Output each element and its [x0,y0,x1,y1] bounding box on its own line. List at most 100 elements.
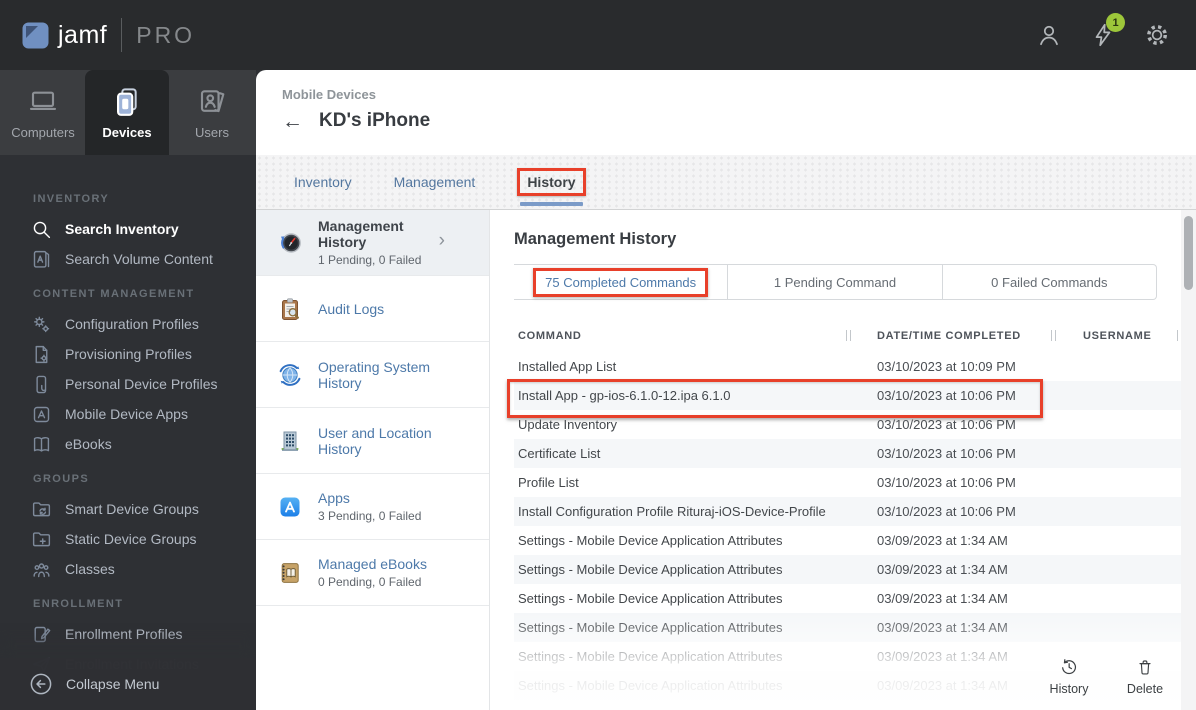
delete-button[interactable]: Delete [1116,657,1174,696]
subnav-item[interactable]: User and Location History › [256,408,489,474]
table-row[interactable]: Settings - Mobile Device Application Att… [514,613,1184,642]
date-cell: 03/09/2023 at 1:34 AM [877,591,1008,606]
history-button[interactable]: History [1040,657,1098,696]
date-cell: 03/09/2023 at 1:34 AM [877,620,1008,635]
subnav-item[interactable]: Management History 1 Pending, 0 Failed › [256,210,489,276]
table-row[interactable]: Settings - Mobile Device Application Att… [514,584,1184,613]
logo-divider [121,18,123,52]
column-resize-handle[interactable] [1051,330,1056,341]
action-label: Delete [1126,682,1164,696]
lightning-bolt-icon [1090,23,1116,52]
subnav-item[interactable]: Apps 3 Pending, 0 Failed › [256,474,489,540]
sidebar-section-header: GROUPS [33,473,90,485]
sidebar-item-icon [31,559,52,580]
scrollbar-thumb[interactable] [1184,216,1193,290]
table-row[interactable]: Settings - Mobile Device Application Att… [514,526,1184,555]
nav-tab-computers[interactable]: Computers [1,70,85,155]
sidebar-item-label: Mobile Device Apps [65,406,188,422]
page-title: KD's iPhone [319,110,431,131]
jamf-pro-app: jamf PRO 1 Computers Devices Users INVEN… [0,0,1196,710]
command-filter-segment[interactable]: 75 Completed Commands [514,264,729,300]
subnav-item-icon [277,428,303,454]
date-cell: 03/09/2023 at 1:34 AM [877,562,1008,577]
back-arrow-icon[interactable]: ← [282,111,303,132]
sidebar-item[interactable]: eBooks [0,429,256,459]
table-row[interactable]: Installed App List 03/10/2023 at 10:09 P… [514,352,1184,381]
nav-tab-label: Devices [102,124,152,140]
subnav-item-icon [277,362,303,388]
subnav-item[interactable]: Audit Logs › [256,276,489,342]
command-cell: Settings - Mobile Device Application Att… [518,649,783,664]
brand-name: jamf [58,20,108,49]
sidebar-item[interactable]: Personal Device Profiles [0,369,256,399]
tab-label: History [517,168,586,196]
sidebar-item[interactable]: Enrollment Profiles [0,619,256,649]
subnav-item-label: Apps [318,490,350,506]
collapse-menu-button[interactable]: Collapse Menu [0,658,256,710]
scrollbar-track[interactable] [1181,210,1196,710]
sidebar-item[interactable]: Configuration Profiles [0,309,256,339]
subnav-item-icon [277,494,303,520]
jamf-pro-logo[interactable]: jamf PRO [22,18,195,52]
table-row[interactable]: Profile List 03/10/2023 at 10:06 PM [514,468,1184,497]
sidebar-item[interactable]: Classes [0,554,256,584]
users-card-icon [196,86,228,118]
command-cell: Certificate List [518,446,601,461]
sidebar-item-icon [31,434,52,455]
device-tab[interactable]: Management [394,155,476,209]
breadcrumb[interactable]: Mobile Devices [282,87,1196,102]
date-cell: 03/10/2023 at 10:09 PM [877,359,1016,374]
nav-tab-devices[interactable]: Devices [85,70,169,155]
table-row[interactable]: Settings - Mobile Device Application Att… [514,555,1184,584]
sidebar-item-icon [31,249,52,270]
command-filter-segments: 75 Completed Commands 1 Pending Command … [514,264,1157,300]
sidebar-item[interactable]: Provisioning Profiles [0,339,256,369]
laptop-icon [27,86,59,118]
subnav-item[interactable]: Operating System History › [256,342,489,408]
sidebar-item-icon [31,374,52,395]
settings-icon[interactable] [1144,22,1170,48]
column-header-username[interactable]: USERNAME [1083,330,1184,342]
subnav-item[interactable]: Managed eBooks 0 Pending, 0 Failed › [256,540,489,606]
sidebar-item[interactable]: Smart Device Groups [0,494,256,524]
subnav-item-icon [277,296,303,322]
management-history-content: Management History 75 Completed Commands… [490,210,1196,710]
account-icon[interactable] [1036,22,1062,48]
column-header-command[interactable]: COMMAND [514,330,877,342]
subnav-item-icon [277,230,303,256]
main-panel: Mobile Devices ← KD's iPhone Inventory M… [256,70,1196,710]
subnav-item-status: 1 Pending, 0 Failed [318,253,422,267]
table-row[interactable]: Install App - gp-ios-6.1.0-12.ipa 6.1.0 … [507,379,1184,418]
command-cell: Settings - Mobile Device Application Att… [518,533,783,548]
table-row[interactable]: Certificate List 03/10/2023 at 10:06 PM [514,439,1184,468]
subnav-item-label: Operating System History [318,358,431,391]
notifications-icon[interactable]: 1 [1090,13,1125,48]
page-header: Mobile Devices ← KD's iPhone [256,70,1196,155]
sidebar-section: GROUPS Smart Device Groups Static Device [0,473,256,584]
history-subnav: Management History 1 Pending, 0 Failed ›… [256,210,490,710]
command-cell: Settings - Mobile Device Application Att… [518,678,783,693]
sidebar-item[interactable]: Search Inventory [0,214,256,244]
device-tab[interactable]: Inventory [294,155,352,209]
sidebar-item-label: Provisioning Profiles [65,346,192,362]
sidebar-item[interactable]: Mobile Device Apps [0,399,256,429]
command-filter-segment[interactable]: 1 Pending Command [728,264,943,300]
subnav-item-status: 0 Pending, 0 Failed [318,575,422,589]
table-row[interactable]: Update Inventory 03/10/2023 at 10:06 PM [514,410,1184,439]
command-filter-segment[interactable]: 0 Failed Commands [942,264,1157,300]
nav-tab-users[interactable]: Users [170,70,254,155]
notification-badge: 1 [1106,13,1125,32]
sidebar-section-header: CONTENT MANAGEMENT [33,288,195,300]
command-cell: Settings - Mobile Device Application Att… [518,591,783,606]
sidebar-item[interactable]: Search Volume Content [0,244,256,274]
jamf-logo-icon [22,22,49,49]
action-label: History [1049,682,1089,696]
device-tab[interactable]: History [517,155,586,209]
sidebar-item-label: eBooks [65,436,112,452]
sidebar-section: CONTENT MANAGEMENT Configuration Profile… [0,288,256,459]
column-resize-handle[interactable] [846,330,851,341]
record-actions: History Delete [1040,657,1174,696]
sidebar-item[interactable]: Static Device Groups [0,524,256,554]
segment-label: 75 Completed Commands [533,267,709,297]
table-row[interactable]: Install Configuration Profile Rituraj-iO… [514,497,1184,526]
